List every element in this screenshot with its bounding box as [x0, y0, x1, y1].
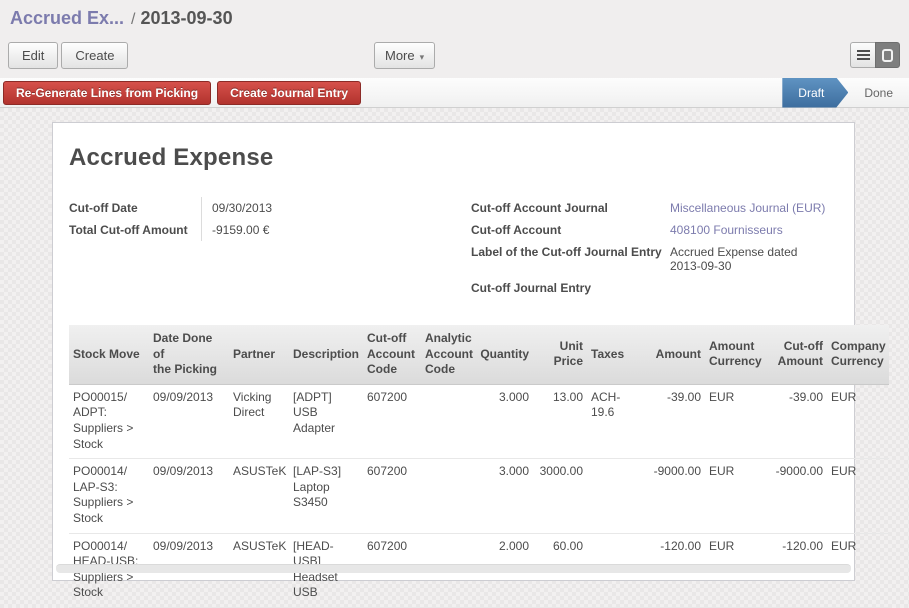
button-row: Edit Create More ▾ [8, 42, 901, 69]
column-header[interactable]: Partner [229, 325, 289, 384]
status-draft: Draft [782, 78, 848, 108]
cell [421, 459, 473, 533]
field-value: 09/30/2013 [202, 197, 272, 219]
horizontal-scrollbar[interactable] [56, 564, 851, 573]
table-row[interactable]: PO00015/ ADPT: Suppliers > Stock09/09/20… [69, 384, 889, 458]
form-view-button[interactable] [875, 42, 900, 68]
column-header[interactable]: Taxes [587, 325, 643, 384]
create-journal-entry-button[interactable]: Create Journal Entry [217, 81, 361, 105]
cell [421, 384, 473, 458]
field-group-left: Cut-off Date09/30/2013Total Cut-off Amou… [69, 197, 471, 299]
form-sheet: Accrued Expense Cut-off Date09/30/2013To… [52, 122, 855, 581]
control-panel: Accrued Ex... / 2013-09-30 Edit Create Mor… [0, 0, 909, 78]
field-groups: Cut-off Date09/30/2013Total Cut-off Amou… [69, 197, 838, 299]
field-row: Cut-off Journal Entry [471, 277, 838, 299]
field-label: Cut-off Date [69, 197, 202, 219]
column-header[interactable]: Description [289, 325, 363, 384]
page-title: Accrued Expense [69, 144, 838, 172]
column-header[interactable]: Quantity [473, 325, 533, 384]
cell: ASUSTeK [229, 459, 289, 533]
status-done: Done [848, 78, 909, 108]
edit-create-group: Edit Create [8, 42, 128, 69]
column-header[interactable]: Cut-off Amount [767, 325, 827, 384]
cell [587, 459, 643, 533]
cell: 13.00 [533, 384, 587, 458]
field-label: Label of the Cut-off Journal Entry [471, 241, 670, 277]
cell: [ADPT] USB Adapter [289, 384, 363, 458]
status-states: DraftDone [782, 78, 909, 108]
cell: 09/09/2013 [149, 384, 229, 458]
field-row: Cut-off Account408100 Fournisseurs [471, 219, 838, 241]
field-value: -9159.00 € [202, 219, 269, 241]
cell: PO00014/ LAP-S3: Suppliers > Stock [69, 459, 149, 533]
list-view-button[interactable] [850, 42, 875, 68]
field-row: Cut-off Date09/30/2013 [69, 197, 471, 219]
cell: 3000.00 [533, 459, 587, 533]
cell: ACH-19.6 [587, 384, 643, 458]
cell: EUR [827, 384, 889, 458]
view-switcher [850, 42, 900, 68]
field-value-link[interactable]: Miscellaneous Journal (EUR) [670, 197, 825, 219]
regenerate-lines-button[interactable]: Re-Generate Lines from Picking [3, 81, 211, 105]
action-buttons: Re-Generate Lines from PickingCreate Jou… [3, 81, 361, 105]
cell: 09/09/2013 [149, 459, 229, 533]
breadcrumb-current: 2013-09-30 [141, 8, 233, 28]
cell: -9000.00 [767, 459, 827, 533]
cell: -9000.00 [643, 459, 705, 533]
more-label: More [385, 48, 415, 63]
form-view-icon [882, 49, 893, 62]
cell: -39.00 [643, 384, 705, 458]
cell: EUR [705, 459, 767, 533]
breadcrumb-separator: / [131, 11, 135, 28]
field-group-right: Cut-off Account JournalMiscellaneous Jou… [471, 197, 838, 299]
field-label: Cut-off Account [471, 219, 670, 241]
cell: 607200 [363, 384, 421, 458]
column-header[interactable]: Stock Move [69, 325, 149, 384]
list-view-icon [857, 50, 870, 52]
field-row: Cut-off Account JournalMiscellaneous Jou… [471, 197, 838, 219]
create-button[interactable]: Create [61, 42, 128, 69]
cell: EUR [705, 384, 767, 458]
field-value-link[interactable]: 408100 Fournisseurs [670, 219, 783, 241]
field-label: Cut-off Account Journal [471, 197, 670, 219]
cell: [LAP-S3] Laptop S3450 [289, 459, 363, 533]
field-row: Label of the Cut-off Journal EntryAccrue… [471, 241, 838, 277]
edit-button[interactable]: Edit [8, 42, 58, 69]
column-header[interactable]: Unit Price [533, 325, 587, 384]
table-row[interactable]: PO00014/ LAP-S3: Suppliers > Stock09/09/… [69, 459, 889, 533]
cell: -39.00 [767, 384, 827, 458]
table-header-row: Stock MoveDate Done of the PickingPartne… [69, 325, 889, 384]
cell: 607200 [363, 459, 421, 533]
column-header[interactable]: Analytic Account Code [421, 325, 473, 384]
more-dropdown-button[interactable]: More ▾ [374, 42, 435, 69]
column-header[interactable]: Cut-off Account Code [363, 325, 421, 384]
field-label: Total Cut-off Amount [69, 219, 202, 241]
cell: 3.000 [473, 384, 533, 458]
field-row: Total Cut-off Amount-9159.00 € [69, 219, 471, 241]
field-label: Cut-off Journal Entry [471, 277, 670, 299]
column-header[interactable]: Amount [643, 325, 705, 384]
cell: Vicking Direct [229, 384, 289, 458]
cell: 3.000 [473, 459, 533, 533]
chevron-down-icon: ▾ [420, 52, 425, 62]
breadcrumb: Accrued Ex... / 2013-09-30 [10, 8, 901, 29]
statusbar: Re-Generate Lines from PickingCreate Jou… [0, 78, 909, 108]
column-header[interactable]: Company Currency [827, 325, 889, 384]
column-header[interactable]: Date Done of the Picking [149, 325, 229, 384]
column-header[interactable]: Amount Currency [705, 325, 767, 384]
breadcrumb-parent-link[interactable]: Accrued Ex... [10, 8, 124, 28]
cell: EUR [827, 459, 889, 533]
field-value: Accrued Expense dated 2013-09-30 [670, 241, 797, 277]
cell: PO00015/ ADPT: Suppliers > Stock [69, 384, 149, 458]
